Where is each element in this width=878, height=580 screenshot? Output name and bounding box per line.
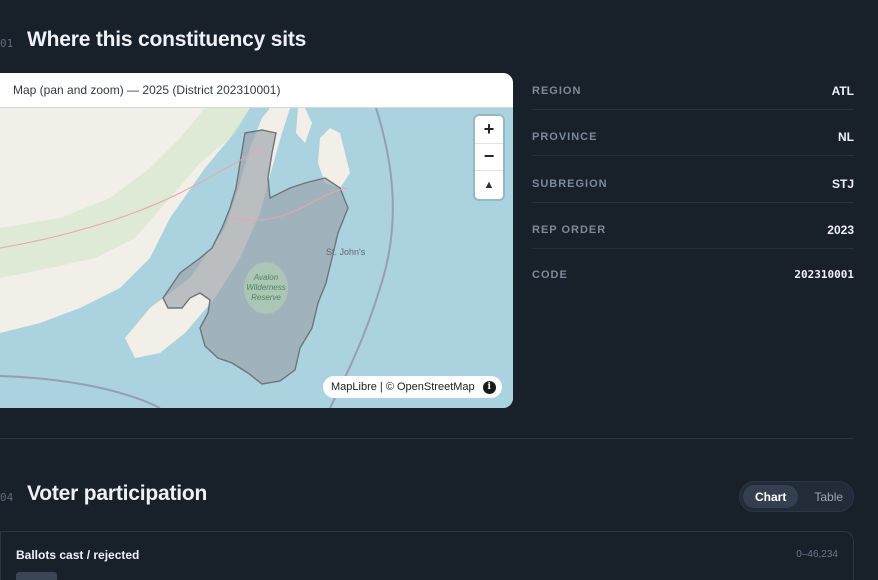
detail-value: ATL (831, 84, 854, 98)
zoom-out-button[interactable]: − (475, 144, 503, 172)
detail-key: SUBREGION (532, 178, 608, 190)
map-canvas[interactable]: St. John's Avalon Wilderness Reserve (0, 107, 513, 408)
section-number: 01 (0, 37, 14, 50)
toggle-chart-button[interactable]: Chart (743, 485, 799, 508)
detail-key: REP ORDER (532, 224, 607, 236)
detail-row-region: REGION ATL (532, 73, 854, 110)
map-header: Map (pan and zoom) — 2025 (District 2023… (0, 73, 513, 108)
toggle-table-button[interactable]: Table (802, 485, 855, 508)
section-divider (0, 438, 854, 439)
map-svg[interactable]: St. John's Avalon Wilderness Reserve (0, 107, 513, 408)
chart-card: Ballots cast / rejected 0–46,234 (0, 531, 854, 580)
detail-row-province: PROVINCE NL (532, 119, 854, 156)
compass-reset-button[interactable]: ▲ (475, 171, 503, 199)
detail-key: REGION (532, 85, 582, 97)
map-city-label: St. John's (326, 247, 366, 257)
section-title-participation: Voter participation (27, 482, 208, 505)
map-attribution: MapLibre | © OpenStreetMap i (323, 376, 502, 398)
map-park-label-1: Avalon (253, 273, 279, 282)
info-icon[interactable]: i (482, 380, 496, 394)
detail-value: 2023 (827, 223, 854, 237)
section-title-location: Where this constituency sits (27, 28, 307, 51)
map-park-label-2: Wilderness (246, 283, 286, 292)
attribution-text[interactable]: MapLibre | © OpenStreetMap (331, 381, 475, 393)
map-park-label-3: Reserve (251, 293, 281, 302)
zoom-in-button[interactable]: + (475, 116, 503, 144)
map-card: Map (pan and zoom) — 2025 (District 2023… (0, 73, 513, 408)
detail-row-rep-order: REP ORDER 2023 (532, 212, 854, 249)
map-zoom-controls: + − ▲ (475, 116, 503, 199)
chart-range: 0–46,234 (796, 549, 838, 560)
detail-key: PROVINCE (532, 131, 598, 143)
detail-value: STJ (831, 177, 854, 191)
page: 01 Where this constituency sits Map (pan… (0, 0, 878, 580)
detail-value: 202310001 (794, 268, 854, 281)
section-number: 04 (0, 491, 14, 504)
detail-key: CODE (532, 268, 568, 281)
detail-row-code: CODE 202310001 (532, 256, 854, 293)
detail-value: NL (838, 130, 854, 144)
detail-row-subregion: SUBREGION STJ (532, 166, 854, 203)
chart-title: Ballots cast / rejected (16, 548, 140, 562)
view-toggle: Chart Table (739, 481, 854, 512)
compass-icon: ▲ (483, 178, 495, 191)
chart-bar (16, 572, 57, 580)
